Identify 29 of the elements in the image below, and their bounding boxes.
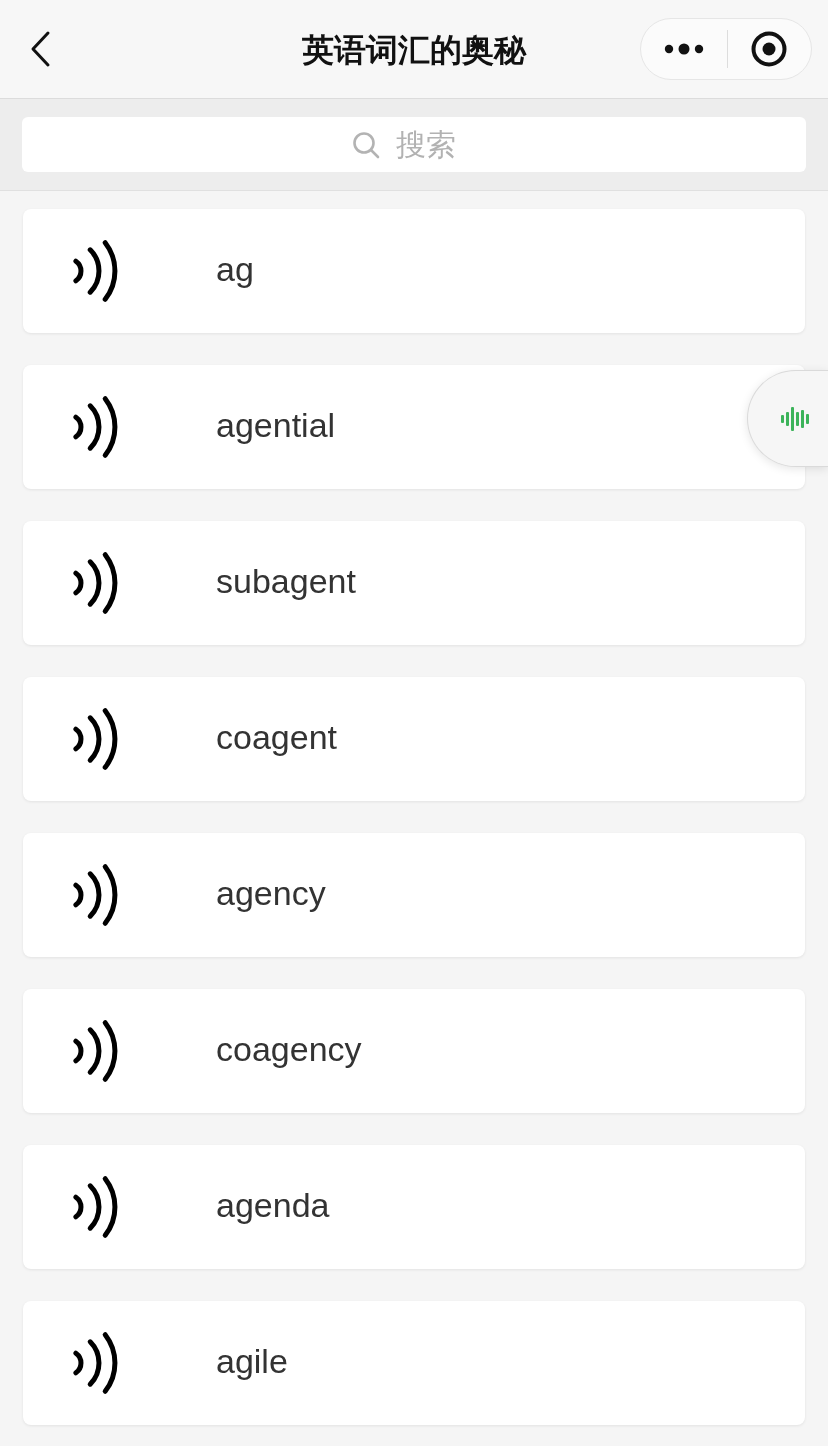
sound-waves-icon [73,863,120,927]
sound-waves-icon [73,1175,120,1239]
page-title: 英语词汇的奥秘 [302,30,526,70]
sound-waves-icon [73,551,120,615]
sound-waves-icon [73,395,120,459]
word-card[interactable]: ag [23,209,805,333]
sound-waves-icon [73,1019,120,1083]
sound-waves-icon [73,707,120,771]
audio-wave-icon [781,406,811,431]
word-text: coagency [216,1032,362,1070]
word-card[interactable]: coagent [23,677,805,801]
word-text: coagent [216,720,337,758]
sound-waves-icon [73,1331,120,1395]
search-icon [352,130,380,159]
word-card[interactable]: agency [23,833,805,957]
target-icon[interactable] [751,31,788,67]
word-card[interactable]: subagent [23,521,805,645]
word-text: subagent [216,564,356,602]
word-text: agential [216,408,336,446]
word-text: agenda [216,1188,330,1226]
word-card[interactable]: coagency [23,989,805,1113]
word-text: agency [216,876,326,914]
word-text: agile [216,1344,288,1382]
word-card[interactable]: agile [23,1301,805,1425]
word-card[interactable]: agenda [23,1145,805,1269]
word-text: ag [216,252,254,290]
word-card[interactable]: agential [23,365,805,489]
more-icon[interactable] [663,43,704,55]
sound-waves-icon [73,239,120,303]
